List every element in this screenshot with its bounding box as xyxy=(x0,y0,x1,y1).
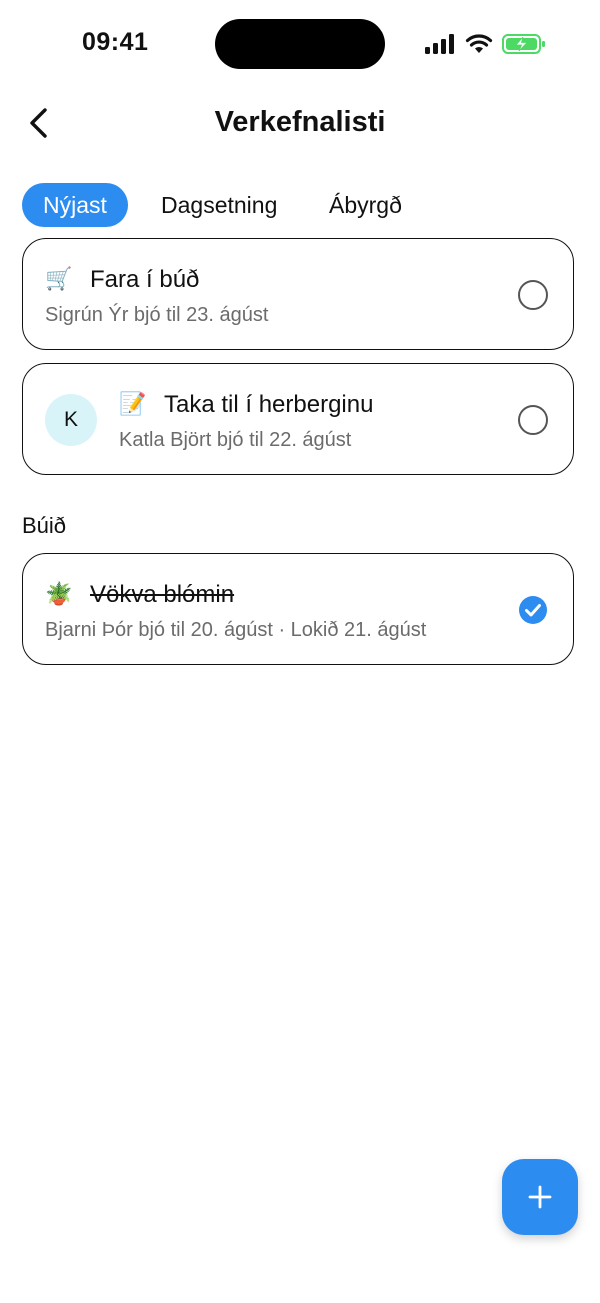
avatar: K xyxy=(45,394,97,446)
dynamic-island xyxy=(215,19,385,69)
task-complete-checkbox[interactable] xyxy=(518,595,548,625)
task-subtitle: Bjarni Þór bjó til 20. ágúst · Lokið 21.… xyxy=(45,619,427,641)
signal-icon xyxy=(425,34,454,54)
task-title: Fara í búð xyxy=(90,266,200,293)
wifi-icon xyxy=(465,34,493,53)
task-subtitle: Katla Björt bjó til 22. ágúst xyxy=(119,429,352,451)
tab-newest[interactable]: Nýjast xyxy=(22,183,128,227)
task-title: Vökva blómin xyxy=(90,581,235,608)
memo-icon: 📝 xyxy=(119,391,147,416)
task-complete-checkbox[interactable] xyxy=(518,280,548,310)
battery-charging-icon xyxy=(502,34,545,54)
task-title: Taka til í herberginu xyxy=(164,391,374,418)
tab-date[interactable]: Dagsetning xyxy=(161,183,277,227)
task-card[interactable]: 🪴 Vökva blómin Bjarni Þór bjó til 20. ág… xyxy=(22,553,574,665)
shopping-cart-icon: 🛒 xyxy=(45,266,73,291)
task-card[interactable]: K 📝 Taka til í herberginu Katla Björt bj… xyxy=(22,363,574,475)
tab-responsibility[interactable]: Ábyrgð xyxy=(329,183,402,227)
task-complete-checkbox[interactable] xyxy=(518,405,548,435)
potted-plant-icon: 🪴 xyxy=(45,581,73,606)
page-title: Verkefnalisti xyxy=(214,106,386,138)
task-subtitle: Sigrún Ýr bjó til 23. ágúst xyxy=(45,304,269,326)
task-card[interactable]: 🛒 Fara í búð Sigrún Ýr bjó til 23. ágúst xyxy=(22,238,574,350)
add-task-button[interactable] xyxy=(502,1159,578,1235)
plus-icon xyxy=(528,1185,552,1209)
status-time: 09:41 xyxy=(82,28,149,56)
checkmark-icon xyxy=(519,596,547,624)
done-section-heading: Búið xyxy=(22,513,67,538)
